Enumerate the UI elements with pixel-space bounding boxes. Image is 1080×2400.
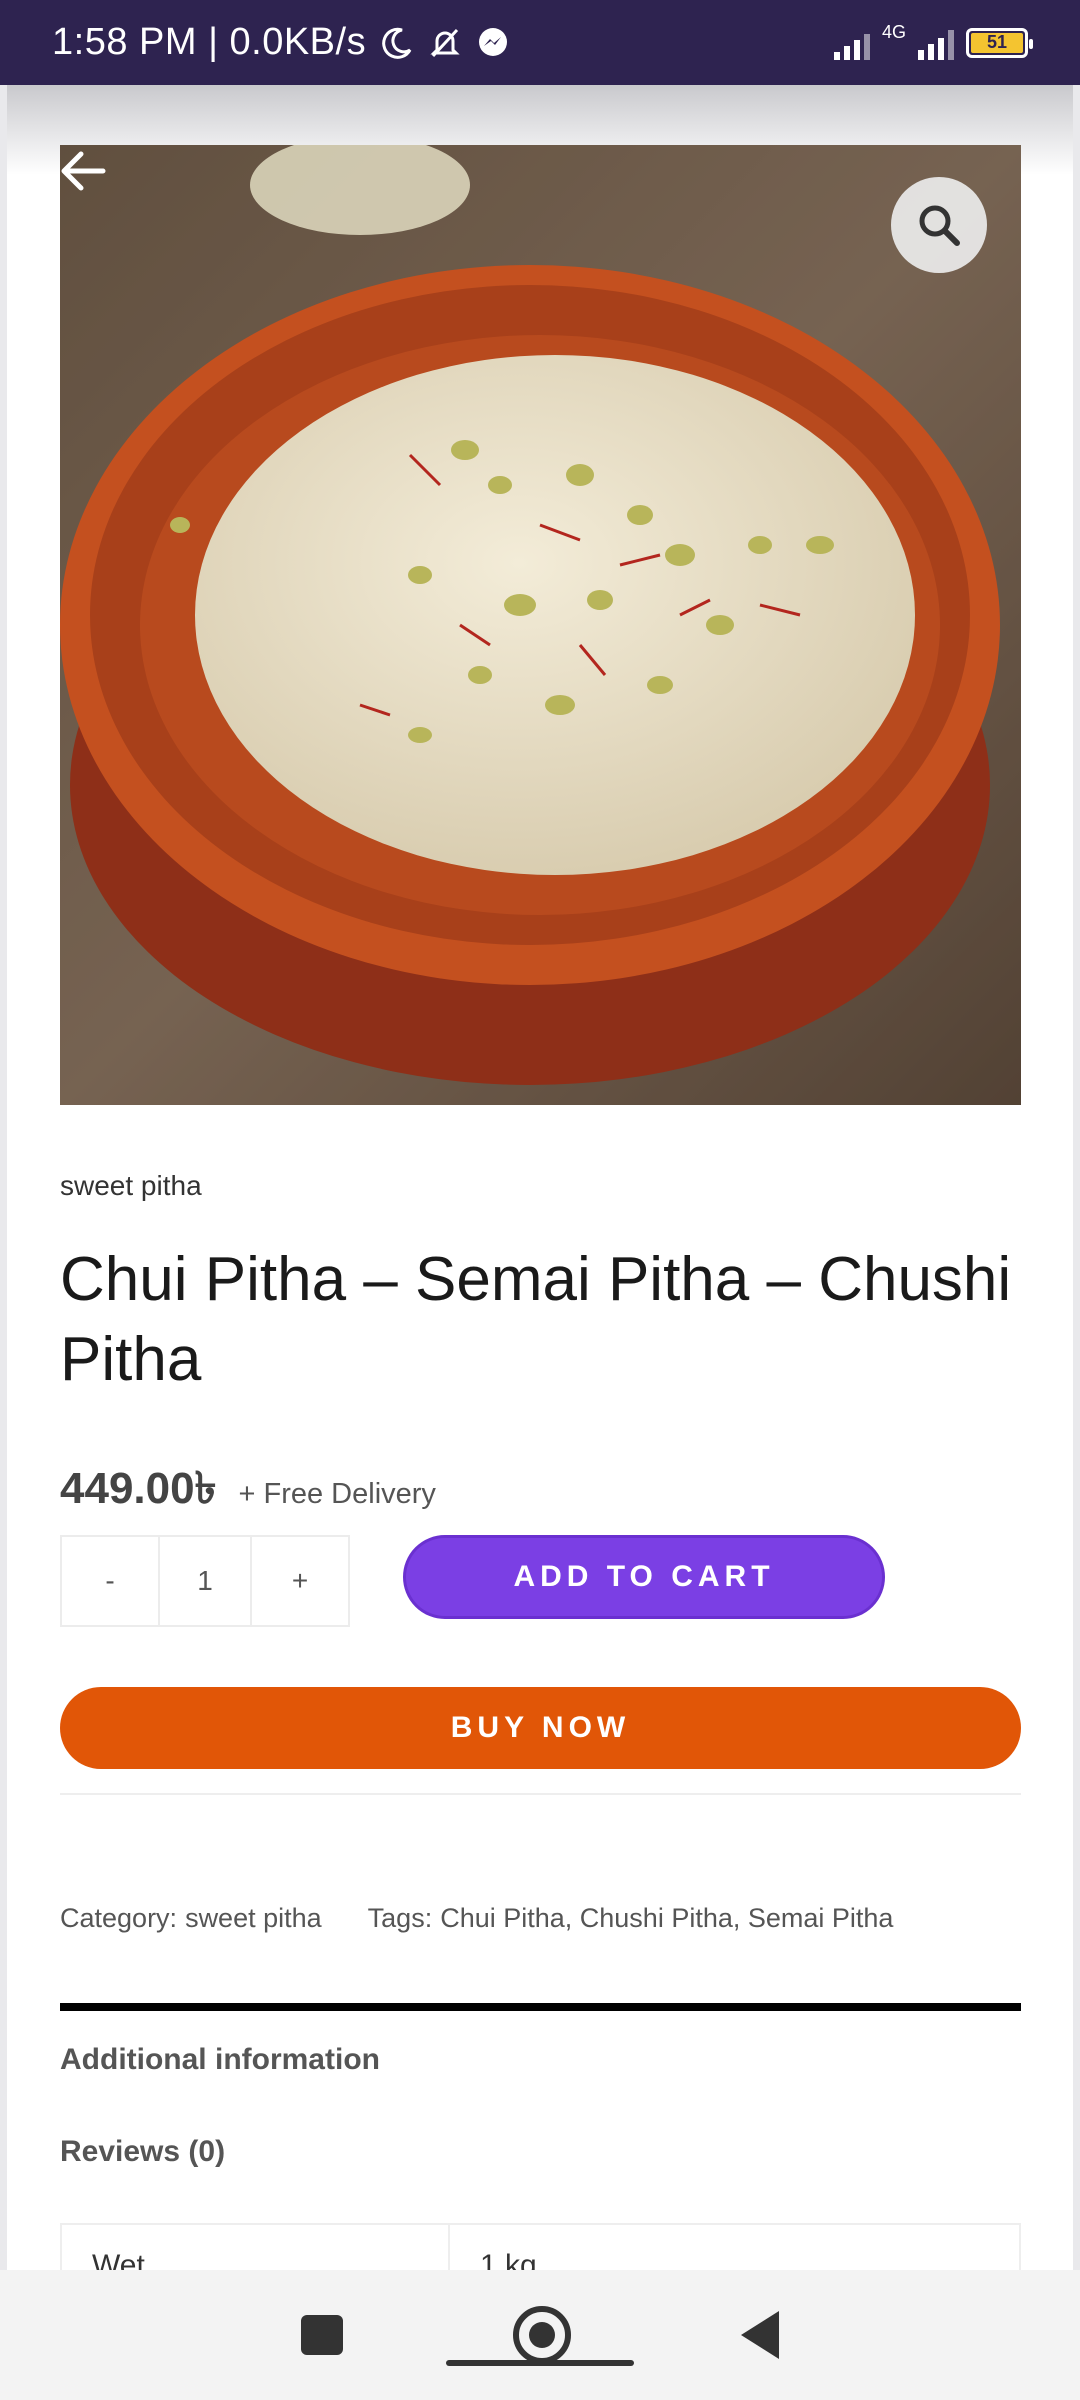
delivery-note: + Free Delivery — [238, 1478, 436, 1510]
recent-apps-square-icon[interactable] — [301, 2315, 343, 2355]
tags-meta: Tags: Chui Pitha, Chushi Pitha, Semai Pi… — [368, 1903, 894, 1934]
gesture-pill[interactable] — [446, 2360, 634, 2366]
messenger-icon — [479, 27, 508, 56]
category-meta-label: Category: — [60, 1903, 178, 1933]
price-row: 449.00৳ + Free Delivery — [60, 1455, 436, 1528]
product-meta: Category: sweet pitha Tags: Chui Pitha, … — [60, 1903, 893, 1934]
attribute-value: 1 kg — [480, 2249, 537, 2270]
tags-meta-links[interactable]: Chui Pitha, Chushi Pitha, Semai Pitha — [440, 1903, 893, 1934]
bell-off-icon — [430, 28, 460, 57]
status-icons-left — [380, 26, 510, 60]
wifi-signal-icon — [833, 26, 870, 60]
battery-level: 51 — [971, 32, 1023, 53]
buy-now-button[interactable]: BUY NOW — [60, 1687, 1021, 1769]
cell-signal-icon — [918, 26, 954, 60]
tab-reviews[interactable]: Reviews (0) — [60, 2135, 225, 2169]
kheer-bowl-illustration — [60, 145, 1021, 1105]
quantity-increment-button[interactable]: + — [252, 1537, 348, 1625]
battery-icon: 51 — [966, 27, 1033, 58]
category-meta: Category: sweet pitha — [60, 1903, 322, 1934]
product-title: Chui Pitha – Semai Pitha – Chushi Pitha — [60, 1245, 1012, 1394]
navigation-bar — [0, 2270, 1080, 2400]
quantity-decrement-button[interactable]: - — [62, 1537, 160, 1625]
divider — [60, 1793, 1021, 1795]
attribute-key: Wet — [62, 2225, 450, 2270]
attributes-table: Wet 1 kg — [60, 2223, 1021, 2270]
tabs-divider — [60, 2003, 1021, 2011]
category-meta-link[interactable]: sweet pitha — [185, 1903, 322, 1934]
product-page: sweet pitha Chui Pitha – Semai Pitha – C… — [7, 85, 1073, 2270]
status-bar: 1:58 PM | 0.0KB/s 4G 51 — [0, 0, 1080, 85]
status-icons-right: 4G 51 — [833, 22, 1033, 60]
home-dot — [529, 2322, 555, 2348]
zoom-button[interactable] — [891, 177, 987, 273]
quantity-input[interactable]: 1 — [160, 1537, 252, 1625]
product-image[interactable] — [60, 145, 1021, 1105]
add-to-cart-button[interactable]: ADD TO CART — [403, 1535, 885, 1619]
home-circle-icon[interactable] — [513, 2306, 571, 2364]
tags-meta-label: Tags: — [367, 1903, 433, 1933]
moon-icon — [382, 27, 412, 59]
back-triangle-icon[interactable] — [741, 2311, 779, 2359]
status-time: 1:58 PM | 0.0KB/s — [52, 21, 367, 63]
tab-additional-information[interactable]: Additional information — [60, 2043, 380, 2077]
category-label[interactable]: sweet pitha — [60, 1170, 202, 1202]
back-arrow-icon[interactable] — [53, 141, 113, 201]
search-icon — [919, 205, 960, 246]
product-price: 449.00৳ — [60, 1464, 217, 1513]
network-type: 4G — [881, 22, 906, 42]
quantity-stepper: - 1 + — [60, 1535, 350, 1627]
